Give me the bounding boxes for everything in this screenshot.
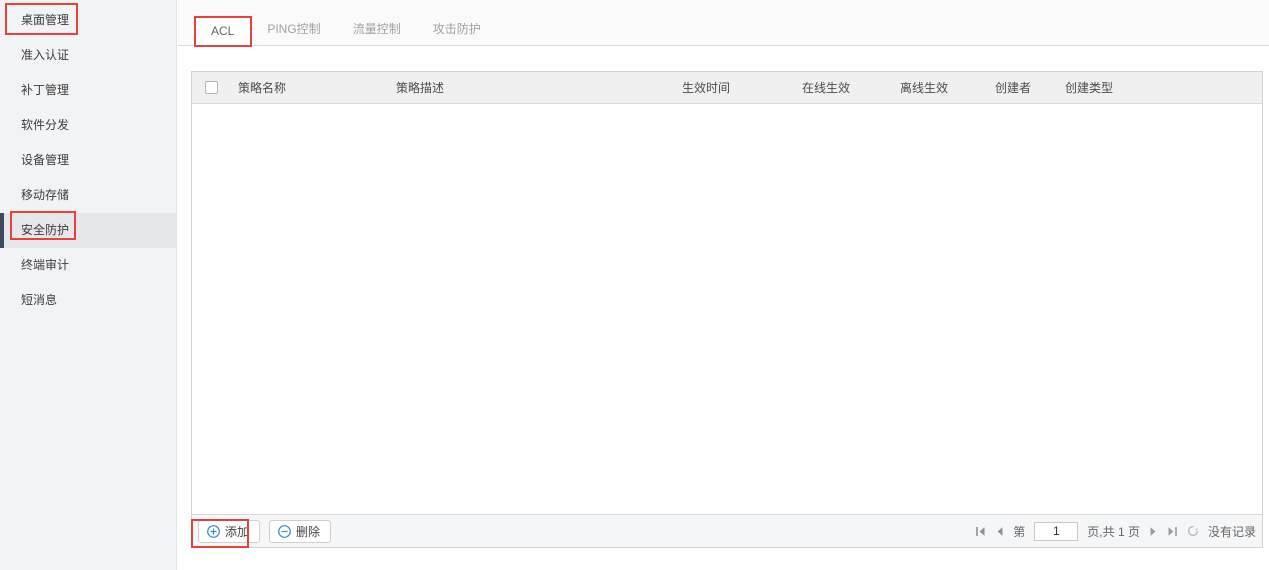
sidebar-item-security-protection[interactable]: 安全防护: [0, 213, 176, 248]
sidebar-item-software-distribution[interactable]: 软件分发: [0, 108, 176, 143]
delete-button[interactable]: 删除: [269, 520, 331, 543]
page-number-input[interactable]: [1034, 522, 1078, 541]
no-records-label: 没有记录: [1208, 523, 1256, 540]
main-content: ACL PING控制 流量控制 攻击防护 策略名称 策略描述 生效时间 在线生效…: [178, 0, 1269, 570]
delete-button-label: 删除: [296, 523, 320, 540]
minus-circle-icon: [278, 525, 291, 538]
refresh-icon[interactable]: [1187, 525, 1199, 537]
header-cell-create-type[interactable]: 创建类型: [1057, 79, 1262, 96]
header-cell-policy-name[interactable]: 策略名称: [230, 79, 388, 96]
sidebar-item-access-auth[interactable]: 准入认证: [0, 38, 176, 73]
page-count-label: 页,共 1 页: [1087, 523, 1140, 540]
prev-page-button[interactable]: [995, 526, 1004, 537]
sidebar: 桌面管理 准入认证 补丁管理 软件分发 设备管理 移动存储 安全防护 终端审计 …: [0, 0, 177, 570]
add-button-label: 添加: [225, 523, 249, 540]
app-window: 桌面管理 准入认证 补丁管理 软件分发 设备管理 移动存储 安全防护 终端审计 …: [0, 0, 1269, 570]
grid-footer: 添加 删除: [192, 514, 1262, 547]
pagination-bar: 第 页,共 1 页: [975, 522, 1256, 541]
sidebar-item-device-management[interactable]: 设备管理: [0, 143, 176, 178]
header-cell-policy-description[interactable]: 策略描述: [388, 79, 674, 96]
tab-attack-protection[interactable]: 攻击防护: [417, 15, 497, 45]
header-cell-online-effective[interactable]: 在线生效: [794, 79, 892, 96]
first-page-button[interactable]: [975, 526, 986, 537]
tab-ping-control[interactable]: PING控制: [251, 15, 336, 45]
footer-toolbar: 添加 删除: [198, 520, 331, 543]
grid-body-empty: [192, 104, 1262, 514]
header-cell-offline-effective[interactable]: 离线生效: [892, 79, 987, 96]
sidebar-item-mobile-storage[interactable]: 移动存储: [0, 178, 176, 213]
grid-header-row: 策略名称 策略描述 生效时间 在线生效 离线生效 创建者 创建类型: [192, 72, 1262, 104]
sidebar-item-terminal-audit[interactable]: 终端审计: [0, 248, 176, 283]
policy-grid: 策略名称 策略描述 生效时间 在线生效 离线生效 创建者 创建类型: [191, 71, 1263, 548]
last-page-button[interactable]: [1167, 526, 1178, 537]
header-cell-checkbox: [192, 81, 230, 94]
add-button[interactable]: 添加: [198, 520, 260, 543]
select-all-checkbox[interactable]: [205, 81, 218, 94]
tab-acl[interactable]: ACL: [194, 16, 251, 46]
tab-bar: ACL PING控制 流量控制 攻击防护: [178, 0, 1269, 46]
sidebar-item-patch-management[interactable]: 补丁管理: [0, 73, 176, 108]
sidebar-item-desktop-management[interactable]: 桌面管理: [0, 3, 176, 38]
add-circle-icon: [207, 525, 220, 538]
header-cell-creator[interactable]: 创建者: [987, 79, 1057, 96]
sidebar-item-short-message[interactable]: 短消息: [0, 283, 176, 318]
tab-traffic-control[interactable]: 流量控制: [337, 15, 417, 45]
header-cell-effective-time[interactable]: 生效时间: [674, 79, 794, 96]
next-page-button[interactable]: [1149, 526, 1158, 537]
page-prefix-label: 第: [1013, 523, 1025, 540]
